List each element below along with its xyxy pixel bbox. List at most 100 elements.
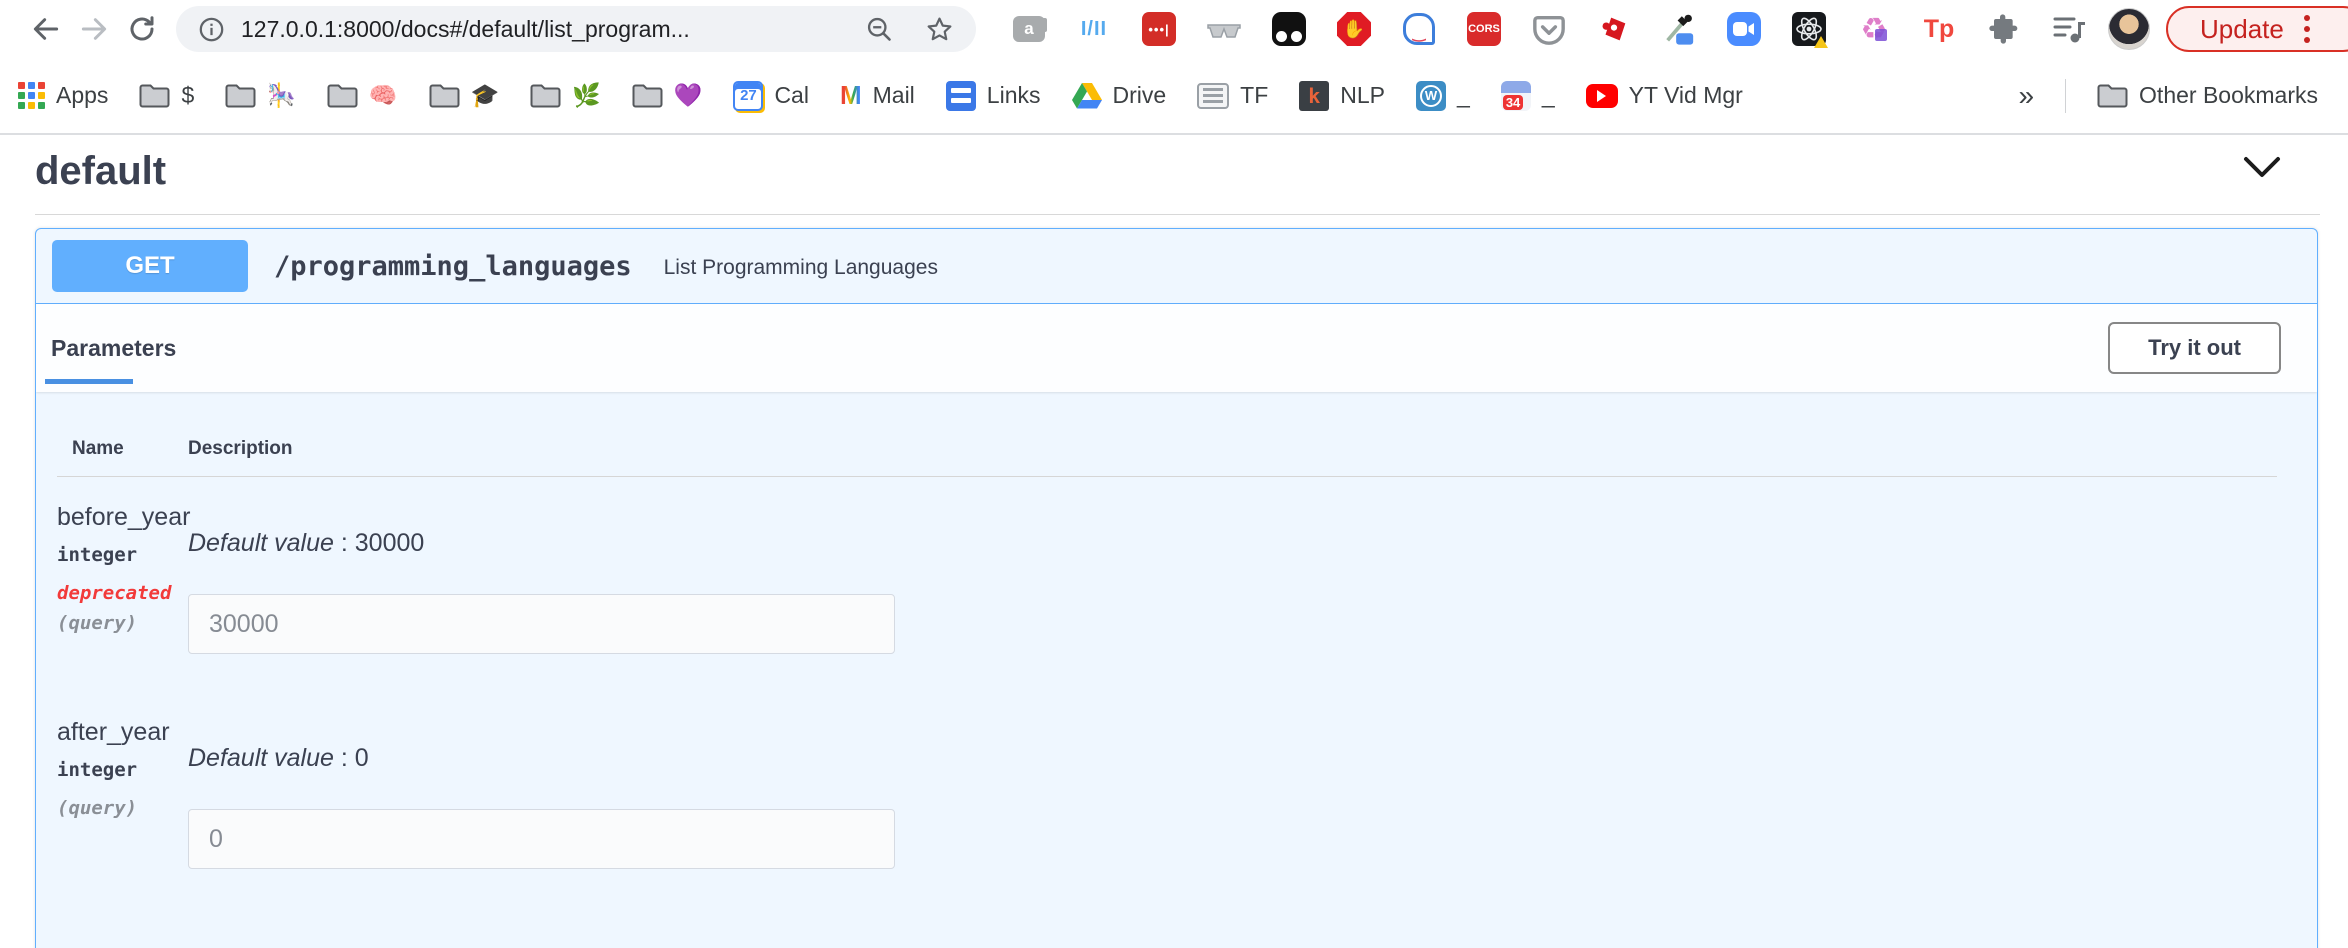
parameter-row-after-year: after_year integer (query) Default value…	[57, 692, 2277, 869]
back-button[interactable]	[22, 5, 70, 53]
chat-bubble-extension-icon[interactable]: a	[1010, 10, 1048, 48]
bookmark-youtube[interactable]: YT Vid Mgr	[1586, 82, 1743, 109]
gmail-icon: M	[840, 80, 862, 111]
reload-button[interactable]	[118, 5, 166, 53]
section-title: default	[0, 135, 2348, 194]
calendar-icon: 27	[733, 81, 763, 111]
default-value: 30000	[355, 529, 425, 557]
folder-icon	[327, 83, 358, 109]
bookmark-folder-grad[interactable]: 🎓	[429, 82, 500, 109]
other-bookmarks-button[interactable]: Other Bookmarks	[2097, 82, 2318, 109]
playlist-music-extension-icon[interactable]	[2050, 10, 2088, 48]
bookmark-keras-nlp[interactable]: k NLP	[1299, 81, 1385, 111]
bookmark-label: 💜	[674, 82, 703, 109]
url-text[interactable]: 127.0.0.1:8000/docs#/default/list_progra…	[241, 16, 690, 43]
tp-extension-icon[interactable]: Tp	[1920, 10, 1958, 48]
bookmark-drive[interactable]: Drive	[1072, 82, 1167, 109]
bookmark-calendar[interactable]: 27 Cal	[733, 81, 809, 111]
parameter-name: before_year	[57, 503, 188, 532]
apps-grid-icon	[18, 82, 45, 109]
bookmark-links[interactable]: Links	[946, 81, 1041, 111]
parameter-meta: after_year integer (query)	[57, 718, 188, 869]
tab-counter-extension-icon[interactable]: I/II	[1075, 10, 1113, 48]
page-info-icon[interactable]	[198, 16, 225, 43]
section-divider	[35, 214, 2320, 215]
bookmark-wordpress[interactable]: W _	[1416, 81, 1470, 111]
3d-glasses-extension-icon[interactable]	[1205, 10, 1243, 48]
after-year-input[interactable]	[188, 809, 895, 869]
drive-icon	[1072, 82, 1102, 109]
extensions-row: a I/II •••| ✋ ‿ CORS	[1010, 10, 2088, 48]
bookmarks-divider	[2065, 79, 2066, 113]
smile-chat-extension-icon[interactable]: ‿	[1400, 10, 1438, 48]
zoom-extension-icon[interactable]	[1725, 10, 1763, 48]
lastpass-extension-icon[interactable]: •••|	[1140, 10, 1178, 48]
wordpress-icon: W	[1416, 81, 1446, 111]
parameters-body: Name Description before_year integer dep…	[36, 392, 2317, 929]
parameter-type: integer	[57, 759, 188, 781]
folder-icon	[225, 83, 256, 109]
browser-menu-kebab-icon[interactable]	[2304, 15, 2310, 43]
bookmark-folder-carousel[interactable]: 🎠	[225, 82, 296, 109]
bookmarks-overflow-button[interactable]: »	[2018, 80, 2034, 112]
parameter-meta: before_year integer deprecated (query)	[57, 503, 188, 654]
bookmark-star-icon[interactable]	[925, 15, 954, 44]
bookmarks-bar: Apps $ 🎠 🧠 🎓 🌿 💜 27 Cal M Mail Links	[0, 58, 2348, 135]
default-value-sep: :	[334, 744, 355, 772]
default-value-line: Default value : 30000	[188, 529, 2277, 558]
bookmark-folder-dollar[interactable]: $	[139, 82, 194, 109]
react-devtools-extension-icon[interactable]	[1790, 10, 1828, 48]
operation-path[interactable]: /programming_languages	[274, 251, 632, 282]
pocket-extension-icon[interactable]	[1530, 10, 1568, 48]
operation-block-get: GET /programming_languages List Programm…	[35, 228, 2318, 948]
cors-extension-icon[interactable]: CORS	[1465, 10, 1503, 48]
parameter-description: Default value : 0	[188, 718, 2277, 869]
parameter-location: (query)	[57, 612, 188, 634]
section-collapse-chevron-icon[interactable]	[2240, 153, 2284, 183]
folder-icon	[632, 83, 663, 109]
domino-extension-icon[interactable]	[1270, 10, 1308, 48]
folder-icon	[530, 83, 561, 109]
bookmark-apps[interactable]: Apps	[18, 82, 108, 109]
puzzle-extensions-menu-icon[interactable]	[1985, 10, 2023, 48]
recycle-extension-icon[interactable]: ♻	[1855, 10, 1893, 48]
update-button[interactable]: Update	[2166, 6, 2348, 52]
red-share-extension-icon[interactable]	[1595, 10, 1633, 48]
address-bar[interactable]: 127.0.0.1:8000/docs#/default/list_progra…	[176, 6, 976, 52]
tab-parameters[interactable]: Parameters	[51, 335, 176, 362]
stop-hand-blocker-extension-icon[interactable]: ✋	[1335, 10, 1373, 48]
try-it-out-button[interactable]: Try it out	[2108, 322, 2281, 374]
bookmark-folder-brain[interactable]: 🧠	[327, 82, 398, 109]
youtube-icon	[1586, 84, 1618, 108]
bookmark-label: 🎠	[267, 82, 296, 109]
bookmark-label: TF	[1240, 82, 1268, 109]
bookmark-tensorflow[interactable]: TF	[1197, 82, 1268, 109]
folder-icon	[139, 83, 170, 109]
folder-icon	[429, 83, 460, 109]
bookmark-label: _	[1457, 82, 1470, 109]
name-column-header: Name	[72, 438, 188, 460]
operation-summary-text: List Programming Languages	[664, 252, 938, 280]
bookmark-label: Links	[987, 82, 1041, 109]
parameter-description: Default value : 30000	[188, 503, 2277, 654]
colorzilla-eyedropper-extension-icon[interactable]	[1660, 10, 1698, 48]
profile-avatar[interactable]	[2108, 8, 2150, 50]
bookmark-gmail[interactable]: M Mail	[840, 80, 915, 111]
parameter-type: integer	[57, 544, 188, 566]
bookmark-folder-heart[interactable]: 💜	[632, 82, 703, 109]
method-badge: GET	[52, 240, 248, 292]
bookmark-label: _	[1542, 82, 1555, 109]
parameters-table-header: Name Description	[57, 422, 2277, 477]
bookmark-folder-herb[interactable]: 🌿	[530, 82, 601, 109]
swagger-page: default GET /programming_languages List …	[0, 135, 2348, 946]
forward-button[interactable]	[70, 5, 118, 53]
before-year-input[interactable]	[188, 594, 895, 654]
operation-summary[interactable]: GET /programming_languages List Programm…	[36, 229, 2317, 304]
default-value: 0	[355, 744, 369, 772]
bookmark-label: Apps	[56, 82, 108, 109]
zoom-out-icon[interactable]	[865, 15, 893, 43]
default-value-line: Default value : 0	[188, 744, 2277, 773]
bookmark-calendar34[interactable]: 34 _	[1501, 81, 1555, 111]
update-label: Update	[2200, 14, 2284, 45]
bookmark-label: Drive	[1113, 82, 1167, 109]
